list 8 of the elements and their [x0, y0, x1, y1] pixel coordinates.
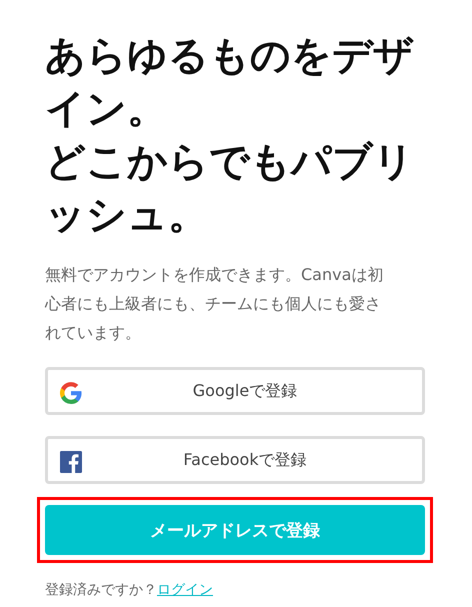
google-g-icon [60, 382, 82, 404]
facebook-f-icon [60, 451, 82, 473]
signup-button[interactable]: Facebookで登録 [45, 436, 425, 484]
headline: どこからでもパブリッシュ。 [45, 138, 415, 240]
footer-text: 登録済みですか？ [45, 582, 157, 598]
description: 無料でアカウントを作成できます。Canvaは初心者にも上級者にも、チームにも個人にも愛されています。 [45, 264, 384, 344]
headline: あらゆるものをデザイン。 [45, 32, 415, 134]
signup-button[interactable]: Googleで登録 [45, 367, 425, 415]
